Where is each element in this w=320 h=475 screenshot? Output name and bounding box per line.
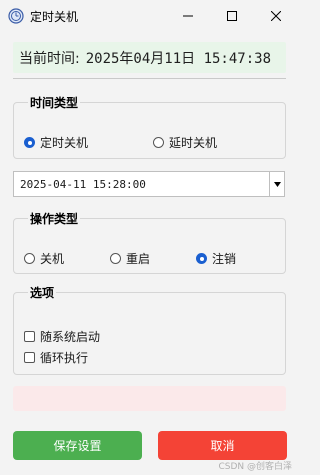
operation-type-title: 操作类型 [28, 210, 81, 227]
maximize-button[interactable] [210, 0, 254, 32]
close-button[interactable] [254, 0, 298, 32]
radio-logoff[interactable]: 注销 [196, 250, 236, 267]
datetime-value: 2025-04-11 15:28:00 [20, 177, 146, 191]
radio-dot [196, 253, 207, 264]
checkbox-autostart[interactable]: 随系统启动 [24, 328, 100, 345]
radio-restart[interactable]: 重启 [110, 250, 150, 267]
radio-delayed-shutdown[interactable]: 延时关机 [153, 134, 217, 151]
radio-label: 重启 [126, 252, 151, 266]
radio-dot [153, 137, 164, 148]
radio-dot [24, 137, 35, 148]
radio-dot [24, 253, 35, 264]
options-group: 选项 随系统启动 循环执行 [13, 284, 286, 375]
checkbox-box [24, 331, 35, 342]
operation-type-group: 操作类型 关机 重启 注销 [13, 210, 286, 274]
options-title: 选项 [28, 284, 57, 301]
radio-label: 定时关机 [40, 136, 89, 150]
current-time-label: 当前时间: [19, 50, 80, 67]
window-title: 定时关机 [30, 10, 79, 24]
time-type-group: 时间类型 定时关机 延时关机 [13, 94, 286, 159]
radio-label: 延时关机 [169, 136, 218, 150]
cancel-button[interactable]: 取消 [158, 431, 287, 460]
minimize-button[interactable] [166, 0, 210, 32]
radio-dot [110, 253, 121, 264]
datetime-dropdown-button[interactable] [269, 172, 284, 196]
save-button[interactable]: 保存设置 [13, 431, 142, 460]
checkbox-label: 随系统启动 [40, 330, 101, 344]
maximize-icon [227, 11, 237, 21]
checkbox-label: 循环执行 [40, 351, 89, 365]
radio-label: 注销 [212, 252, 237, 266]
chevron-down-icon [273, 181, 281, 187]
checkbox-box [24, 352, 35, 363]
minimize-icon [183, 15, 193, 17]
close-icon [271, 11, 281, 21]
title-bar: 定时关机 [0, 0, 300, 32]
radio-scheduled-shutdown[interactable]: 定时关机 [24, 134, 88, 151]
datetime-input[interactable]: 2025-04-11 15:28:00 [13, 171, 285, 197]
current-time-display: 当前时间: 2025年04月11日 15:47:38 [13, 42, 286, 73]
time-type-title: 时间类型 [28, 94, 81, 111]
status-bar [13, 386, 286, 411]
radio-label: 关机 [40, 252, 65, 266]
watermark: CSDN @创客白泽 [218, 462, 292, 472]
divider [13, 78, 286, 79]
app-icon [8, 8, 24, 24]
radio-shutdown[interactable]: 关机 [24, 250, 64, 267]
checkbox-loop[interactable]: 循环执行 [24, 349, 88, 366]
current-time-value: 2025年04月11日 15:47:38 [85, 50, 272, 67]
